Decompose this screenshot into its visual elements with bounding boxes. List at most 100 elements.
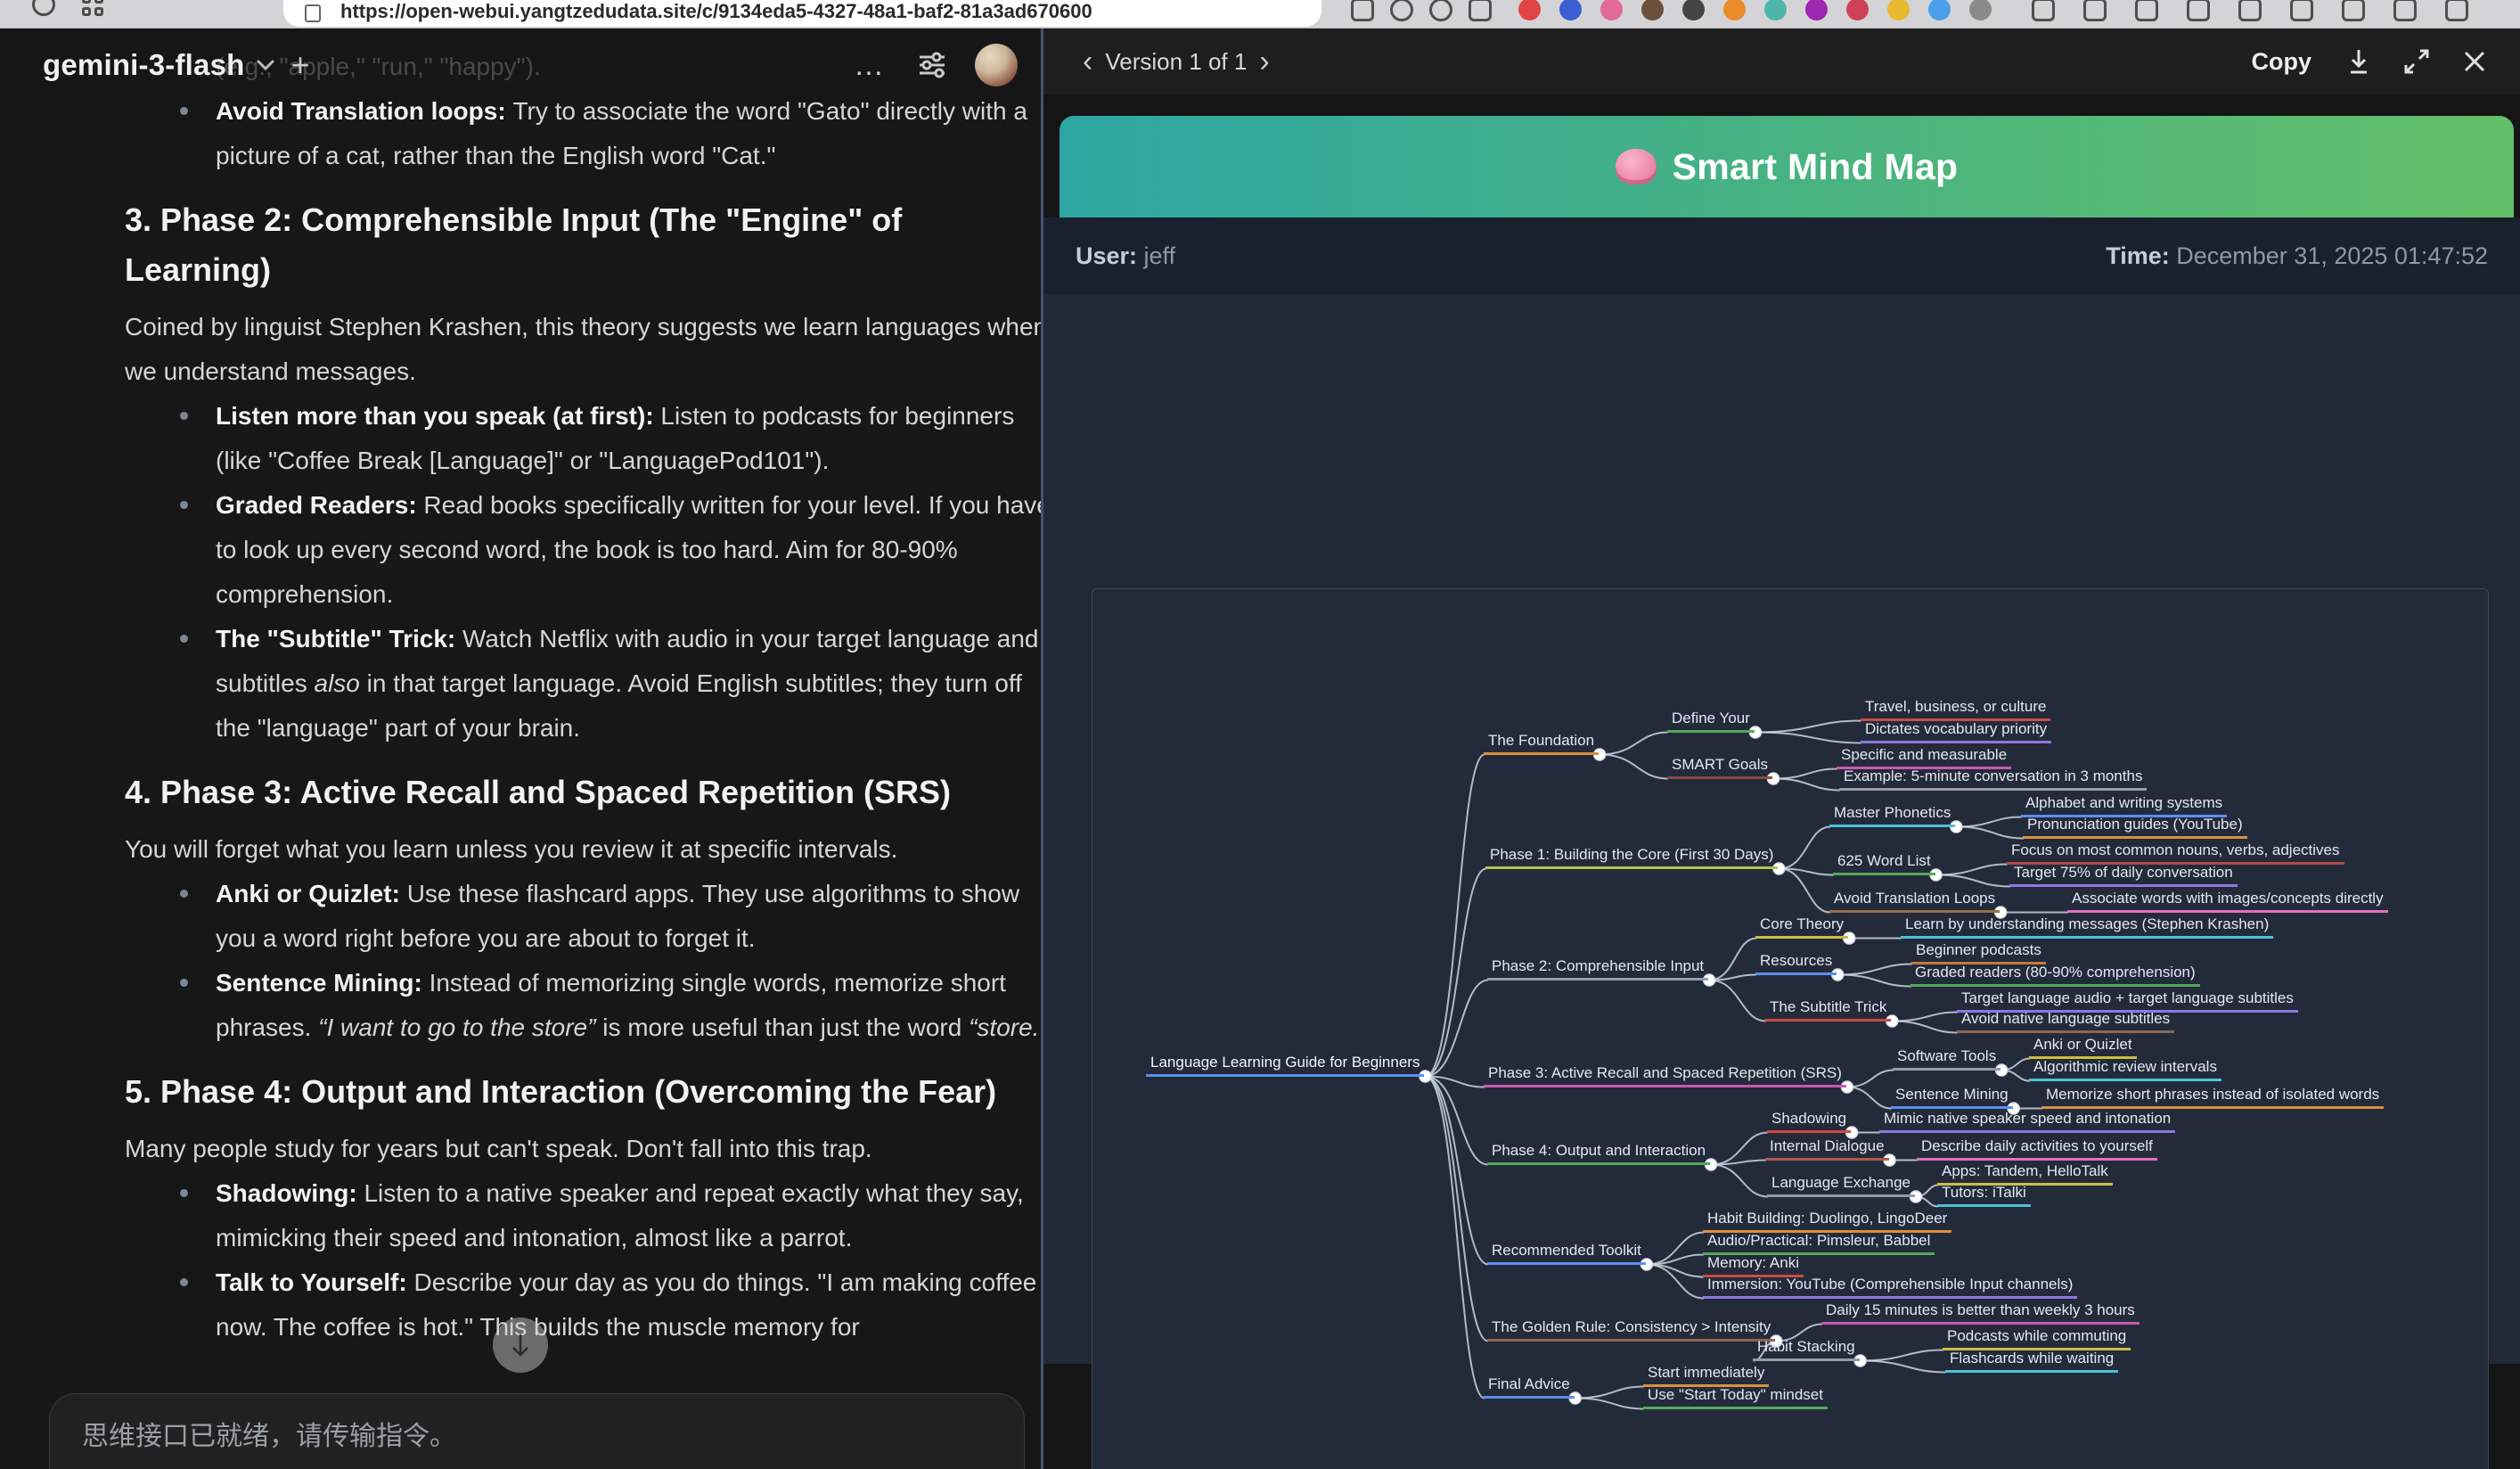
mindmap-node-p2a[interactable]: Core Theory bbox=[1755, 915, 1848, 939]
next-version-icon[interactable]: › bbox=[1247, 45, 1281, 79]
mindmap-node-p4c1[interactable]: Apps: Tandem, HelloTalk bbox=[1937, 1162, 2113, 1186]
mindmap-node-f2b[interactable]: Example: 5-minute conversation in 3 mont… bbox=[1839, 767, 2147, 791]
mindmap-node-p2c2[interactable]: Avoid native language subtitles bbox=[1957, 1010, 2174, 1033]
extension-icon[interactable] bbox=[1887, 0, 1910, 21]
mindmap-node-p1a[interactable]: Master Phonetics bbox=[1829, 804, 1955, 827]
mindmap-node-f1b[interactable]: Dictates vocabulary priority bbox=[1861, 720, 2051, 743]
version-label: Version 1 of 1 bbox=[1105, 48, 1247, 76]
mindmap-node-tk4[interactable]: Immersion: YouTube (Comprehensible Input… bbox=[1703, 1276, 2077, 1299]
profile-icon[interactable] bbox=[2342, 0, 2365, 21]
mindmap-node-gr2b[interactable]: Flashcards while waiting bbox=[1945, 1350, 2118, 1373]
menu-icon[interactable] bbox=[2445, 0, 2468, 21]
mindmap-node-fa[interactable]: Final Advice bbox=[1484, 1375, 1575, 1399]
more-options-icon[interactable]: … bbox=[854, 48, 886, 83]
mindmap-node-p1a2[interactable]: Pronunciation guides (YouTube) bbox=[2023, 816, 2247, 839]
mindmap-node-p4b1[interactable]: Describe daily activities to yourself bbox=[1917, 1137, 2157, 1161]
extension-icon[interactable] bbox=[1600, 0, 1623, 21]
bullet-item: Anki or Quizlet: Use these flashcard app… bbox=[125, 872, 1041, 961]
mindmap-node-gr[interactable]: The Golden Rule: Consistency > Intensity bbox=[1487, 1318, 1775, 1342]
extension-icon[interactable] bbox=[1764, 0, 1787, 21]
scroll-to-bottom-button[interactable] bbox=[493, 1317, 548, 1373]
mindmap-node-fa2[interactable]: Use "Start Today" mindset bbox=[1643, 1386, 1828, 1409]
mindmap-node-tk1[interactable]: Habit Building: Duolingo, LingoDeer bbox=[1703, 1210, 1951, 1233]
mindmap-node-p2b2[interactable]: Graded readers (80-90% comprehension) bbox=[1910, 964, 2200, 987]
mindmap-node-fa1[interactable]: Start immediately bbox=[1643, 1364, 1769, 1387]
search-icon[interactable] bbox=[1429, 0, 1452, 21]
puzzle-icon[interactable] bbox=[2238, 0, 2262, 21]
mindmap-node-f[interactable]: The Foundation bbox=[1484, 732, 1599, 755]
mindmap-node-gr2[interactable]: Habit Stacking bbox=[1753, 1338, 1860, 1361]
fullscreen-expand-icon[interactable] bbox=[2402, 47, 2431, 76]
mindmap-node-p4b[interactable]: Internal Dialogue bbox=[1765, 1137, 1889, 1161]
blocker-icon[interactable] bbox=[1390, 0, 1413, 21]
mindmap-node-f2[interactable]: SMART Goals bbox=[1667, 756, 1772, 779]
mindmap-node-p3b1[interactable]: Memorize short phrases instead of isolat… bbox=[2041, 1086, 2384, 1109]
mindmap-node-p4[interactable]: Phase 4: Output and Interaction bbox=[1487, 1142, 1710, 1165]
mindmap-node-gr2a[interactable]: Podcasts while commuting bbox=[1943, 1327, 2131, 1350]
address-bar[interactable]: https://open-webui.yangtzedudata.site/c/… bbox=[283, 0, 1321, 27]
bullet-item: Avoid Translation loops: Try to associat… bbox=[125, 89, 1041, 178]
previous-version-icon[interactable]: ‹ bbox=[1070, 45, 1105, 79]
bullet-dot bbox=[180, 1278, 188, 1286]
mindmap-node-f1a[interactable]: Travel, business, or culture bbox=[1861, 698, 2050, 721]
reload-icon[interactable] bbox=[32, 0, 55, 16]
chevron-down-icon[interactable] bbox=[256, 59, 275, 71]
close-icon[interactable] bbox=[2461, 48, 2488, 75]
mindmap-node-root[interactable]: Language Learning Guide for Beginners bbox=[1146, 1054, 1424, 1077]
copy-button[interactable]: Copy bbox=[2252, 48, 2312, 76]
extension-icon[interactable] bbox=[1928, 0, 1951, 21]
mindmap-node-p4a[interactable]: Shadowing bbox=[1767, 1110, 1851, 1133]
mindmap-node-p2b[interactable]: Resources bbox=[1755, 952, 1837, 975]
bell-icon[interactable] bbox=[2032, 0, 2055, 21]
bookmark-icon[interactable] bbox=[1469, 0, 1492, 21]
mindmap-canvas[interactable]: Language Learning Guide for Beginners The… bbox=[1092, 588, 2489, 1469]
reader-view-icon[interactable] bbox=[1351, 0, 1374, 21]
extension-icon[interactable] bbox=[1846, 0, 1869, 21]
mindmap-node-f2a[interactable]: Specific and measurable bbox=[1837, 746, 2011, 769]
mindmap-node-p4c[interactable]: Language Exchange bbox=[1767, 1174, 1915, 1197]
avatar[interactable] bbox=[975, 44, 1018, 86]
mindmap-node-p1[interactable]: Phase 1: Building the Core (First 30 Day… bbox=[1485, 846, 1778, 869]
mindmap-node-p1b[interactable]: 625 Word List bbox=[1833, 852, 1935, 875]
mindmap-node-f1[interactable]: Define Your bbox=[1667, 710, 1755, 733]
model-title[interactable]: gemini-3-flash bbox=[43, 48, 245, 82]
mindmap-node-p3a2[interactable]: Algorithmic review intervals bbox=[2029, 1058, 2221, 1081]
mindmap-node-p2a1[interactable]: Learn by understanding messages (Stephen… bbox=[1901, 915, 2273, 939]
tabs-icon[interactable] bbox=[2393, 0, 2417, 21]
extension-icon[interactable] bbox=[1682, 0, 1705, 21]
mindmap-node-tk3[interactable]: Memory: Anki bbox=[1703, 1254, 1804, 1277]
mindmap-node-p2b1[interactable]: Beginner podcasts bbox=[1911, 941, 2046, 964]
extension-icon[interactable] bbox=[1805, 0, 1828, 21]
tab-grid-icon[interactable] bbox=[82, 0, 103, 16]
mindmap-node-tk2[interactable]: Audio/Practical: Pimsleur, Babbel bbox=[1703, 1232, 1935, 1255]
mindmap-node-p2c[interactable]: The Subtitle Trick bbox=[1765, 998, 1891, 1022]
mindmap-node-p3[interactable]: Phase 3: Active Recall and Spaced Repeti… bbox=[1484, 1064, 1846, 1087]
sidebar-icon[interactable] bbox=[2083, 0, 2107, 21]
download-icon[interactable] bbox=[2345, 47, 2372, 76]
mindmap-node-tk[interactable]: Recommended Toolkit bbox=[1487, 1242, 1646, 1265]
mindmap-node-p1a1[interactable]: Alphabet and writing systems bbox=[2021, 794, 2227, 817]
mindmap-node-p2[interactable]: Phase 2: Comprehensible Input bbox=[1487, 957, 1708, 981]
mindmap-node-p1c[interactable]: Avoid Translation Loops bbox=[1829, 890, 2000, 913]
history-icon[interactable] bbox=[2187, 0, 2210, 21]
extension-icon[interactable] bbox=[1518, 0, 1541, 21]
mindmap-node-p1b1[interactable]: Focus on most common nouns, verbs, adjec… bbox=[2007, 841, 2344, 865]
controls-sliders-icon[interactable] bbox=[916, 51, 948, 79]
url-text[interactable]: https://open-webui.yangtzedudata.site/c/… bbox=[283, 0, 1092, 27]
mindmap-node-p1b2[interactable]: Target 75% of daily conversation bbox=[2009, 864, 2238, 887]
new-chat-button[interactable]: + bbox=[291, 46, 310, 84]
extension-icon[interactable] bbox=[1723, 0, 1746, 21]
shield-icon[interactable] bbox=[2290, 0, 2313, 21]
mindmap-node-p3a1[interactable]: Anki or Quizlet bbox=[2029, 1036, 2137, 1059]
mindmap-node-p3b[interactable]: Sentence Mining bbox=[1891, 1086, 2013, 1109]
mindmap-node-p4a1[interactable]: Mimic native speaker speed and intonatio… bbox=[1879, 1110, 2175, 1133]
extension-icon[interactable] bbox=[1641, 0, 1664, 21]
mindmap-node-p1c1[interactable]: Associate words with images/concepts dir… bbox=[2067, 890, 2388, 913]
chat-input[interactable] bbox=[50, 1394, 1024, 1469]
mindmap-node-gr1[interactable]: Daily 15 minutes is better than weekly 3… bbox=[1821, 1301, 2140, 1325]
mindmap-node-p4c2[interactable]: Tutors: iTalki bbox=[1937, 1184, 2031, 1207]
extension-icon[interactable] bbox=[1969, 0, 1992, 21]
extension-icon[interactable] bbox=[1559, 0, 1582, 21]
download-icon[interactable] bbox=[2135, 0, 2158, 21]
mindmap-node-p3a[interactable]: Software Tools bbox=[1893, 1047, 2000, 1071]
